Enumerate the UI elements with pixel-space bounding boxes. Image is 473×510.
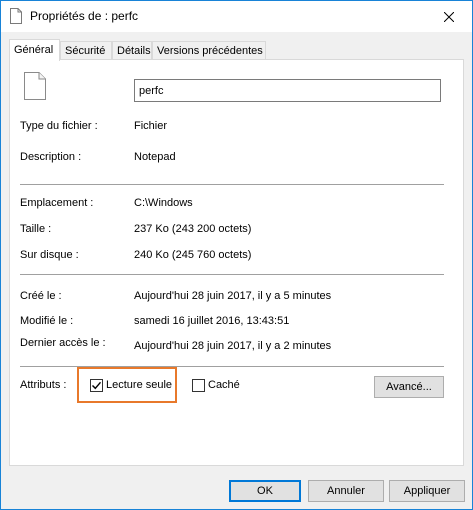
hidden-label[interactable]: Caché [208, 379, 240, 391]
created-value: Aujourd'hui 28 juin 2017, il y a 5 minut… [134, 290, 332, 302]
type-label: Type du fichier : [20, 120, 98, 132]
file-type-icon [24, 72, 46, 100]
tab-details[interactable]: Détails [112, 41, 152, 60]
created-label: Créé le : [20, 290, 62, 302]
description-label: Description : [20, 151, 82, 163]
attributes-label: Attributs : [20, 379, 67, 391]
modified-label: Modifié le : [20, 315, 74, 327]
size-value: 237 Ko (243 200 octets) [134, 223, 252, 235]
apply-button[interactable]: Appliquer [389, 480, 465, 502]
modified-value: samedi 16 juillet 2016, 13:43:51 [134, 315, 290, 327]
location-value: C:\Windows [134, 197, 193, 209]
close-button[interactable] [426, 1, 472, 32]
accessed-label: Dernier accès le : [20, 337, 106, 349]
tab-bar: Général Sécurité Détails Versions précéd… [9, 39, 464, 61]
title-bar: Propriétés de : perfc [1, 1, 472, 32]
tab-general[interactable]: Général [9, 39, 60, 61]
file-name-input[interactable] [134, 79, 441, 102]
size-label: Taille : [20, 223, 52, 235]
file-icon [10, 8, 22, 24]
separator [20, 274, 444, 275]
readonly-checkbox[interactable] [90, 379, 103, 392]
properties-dialog: Propriétés de : perfc Général Sécurité D… [0, 0, 473, 510]
ok-button[interactable]: OK [229, 480, 301, 502]
description-value: Notepad [134, 151, 176, 163]
window-title: Propriétés de : perfc [30, 9, 139, 23]
disk-size-value: 240 Ko (245 760 octets) [134, 249, 252, 261]
type-value: Fichier [134, 120, 168, 132]
tab-previous-versions[interactable]: Versions précédentes [152, 41, 266, 60]
advanced-button[interactable]: Avancé... [374, 376, 444, 398]
location-label: Emplacement : [20, 197, 94, 209]
close-icon [444, 11, 454, 22]
general-panel: Type du fichier : Fichier Description : … [9, 59, 464, 466]
separator [20, 184, 444, 185]
accessed-value: Aujourd'hui 28 juin 2017, il y a 2 minut… [134, 340, 332, 352]
hidden-checkbox[interactable] [192, 379, 205, 392]
cancel-button[interactable]: Annuler [308, 480, 384, 502]
disk-size-label: Sur disque : [20, 249, 79, 261]
checkmark-icon [92, 381, 102, 390]
readonly-label[interactable]: Lecture seule [106, 379, 172, 391]
tab-security[interactable]: Sécurité [60, 41, 112, 60]
